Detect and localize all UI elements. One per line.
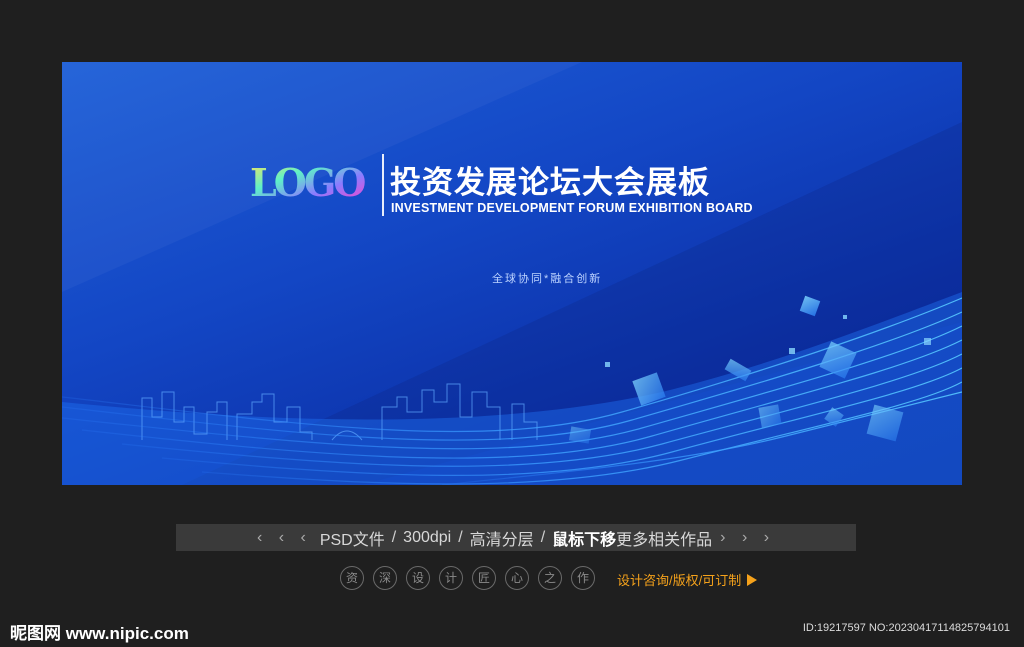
image-id-label: ID:19217597 NO:20230417114825794101 — [802, 622, 1010, 634]
badge-char: 作 — [571, 566, 595, 590]
layers-label: 高清分层 — [469, 531, 534, 549]
badge-char: 资 — [340, 566, 364, 590]
title-divider — [382, 154, 384, 216]
design-consult-link[interactable]: 设计咨询/版权/可订制 — [617, 570, 758, 589]
badge-char: 设 — [406, 566, 430, 590]
exhibition-board-banner: LOGO 投资发展论坛大会展板 INVESTMENT DEVELOPMENT F… — [62, 62, 962, 485]
site-watermark: 昵图网 www.nipic.com — [10, 624, 189, 643]
badge-char: 深 — [373, 566, 397, 590]
board-title-en: INVESTMENT DEVELOPMENT FORUM EXHIBITION … — [391, 201, 753, 215]
file-type-label: PSD文件 — [319, 531, 385, 549]
board-slogan: 全球协同*融合创新 — [492, 273, 603, 285]
logo-mark: LOGO — [250, 156, 372, 218]
hover-hint-bold: 鼠标下移 — [552, 531, 617, 549]
resolution-label: 300dpi — [403, 528, 452, 546]
play-triangle-icon — [747, 574, 758, 586]
board-title-cn: 投资发展论坛大会展板 — [390, 165, 710, 200]
consult-link-text[interactable]: 设计咨询/版权/可订制 — [617, 573, 741, 588]
badge-char: 匠 — [472, 566, 496, 590]
logo-text: LOGO — [250, 160, 365, 205]
separator: / — [458, 528, 463, 546]
file-info-bar: ‹ ‹ ‹ PSD文件 / 300dpi / 高清分层 / 鼠标下移 更多相关作… — [176, 524, 856, 551]
badge-char: 计 — [439, 566, 463, 590]
badge-char: 心 — [505, 566, 529, 590]
separator: / — [540, 528, 546, 546]
design-badges: 资 深 设 计 匠 心 之 作 — [340, 566, 595, 590]
badge-char: 之 — [538, 566, 562, 590]
separator: / — [391, 528, 397, 546]
next-arrows-icon[interactable]: › › › — [720, 529, 775, 547]
more-works-link[interactable]: 更多相关作品 — [616, 526, 712, 550]
prev-arrows-icon[interactable]: ‹ ‹ ‹ — [257, 529, 312, 547]
